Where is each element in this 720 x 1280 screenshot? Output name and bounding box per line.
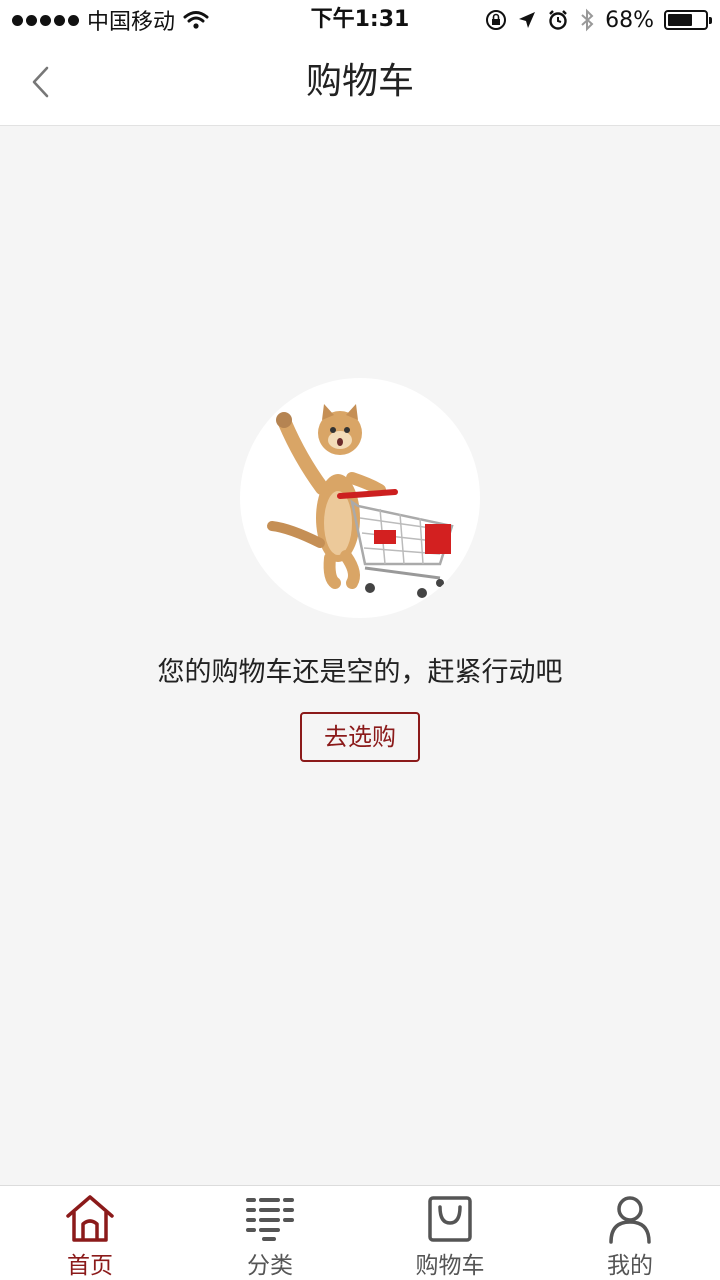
tab-cart-label: 购物车 — [415, 1253, 485, 1279]
signal-strength-icon — [12, 14, 79, 26]
bottom-tab-bar: 首页 分类 购物车 我的 — [0, 1185, 720, 1280]
tab-cart[interactable]: 购物车 — [360, 1186, 540, 1280]
category-list-icon — [242, 1194, 298, 1244]
wifi-icon — [183, 11, 209, 29]
tab-profile[interactable]: 我的 — [540, 1186, 720, 1280]
home-icon — [62, 1194, 118, 1244]
empty-cart-illustration — [240, 378, 480, 618]
tab-home-label: 首页 — [67, 1253, 113, 1279]
bluetooth-icon — [581, 8, 594, 32]
status-bar: 中国移动 下午1:31 68% — [0, 0, 720, 40]
shopping-bag-icon — [422, 1194, 478, 1244]
tab-profile-label: 我的 — [607, 1253, 653, 1279]
chevron-left-icon — [32, 66, 49, 98]
tab-home[interactable]: 首页 — [0, 1186, 180, 1280]
cat-with-cart-image — [267, 404, 454, 598]
alarm-icon — [549, 10, 567, 30]
tab-category-label: 分类 — [247, 1253, 293, 1279]
battery-icon — [664, 10, 712, 30]
page-title: 购物车 — [305, 61, 414, 102]
empty-cart-message: 您的购物车还是空的，赶紧行动吧 — [157, 657, 563, 688]
rotation-lock-icon — [486, 10, 507, 30]
location-arrow-icon — [519, 12, 536, 28]
status-right: 68% — [485, 0, 712, 40]
carrier-name: 中国移动 — [87, 10, 176, 35]
nav-header: 购物车 — [0, 40, 720, 126]
status-left: 中国移动 — [12, 0, 209, 40]
back-button[interactable] — [18, 58, 62, 106]
user-icon — [602, 1194, 658, 1244]
battery-level — [668, 14, 693, 26]
battery-percent: 68% — [605, 7, 654, 33]
tab-category[interactable]: 分类 — [180, 1186, 360, 1280]
go-shopping-button[interactable]: 去选购 — [300, 712, 420, 762]
